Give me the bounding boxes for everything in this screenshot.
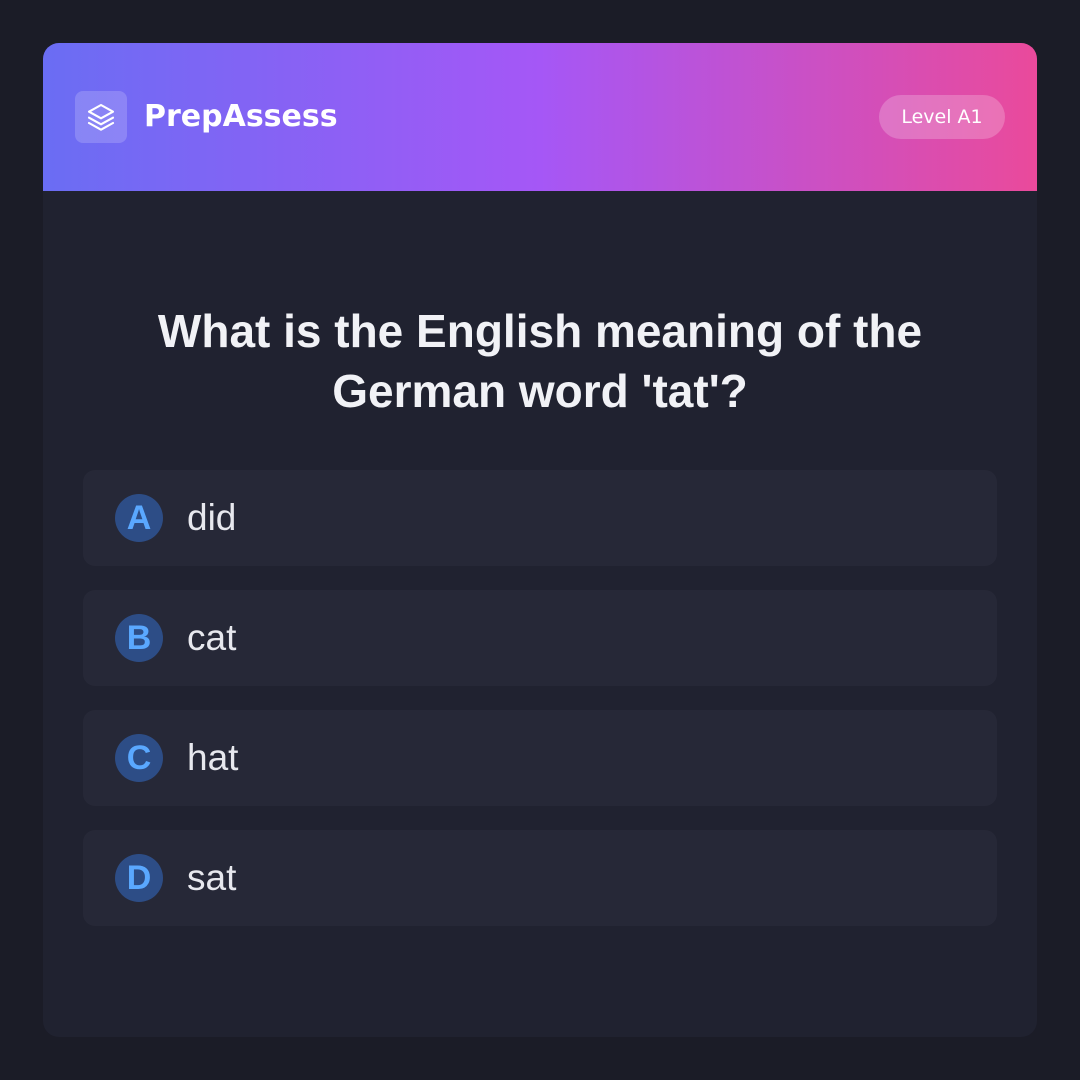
option-letter-badge: B xyxy=(115,614,163,662)
level-badge: Level A1 xyxy=(879,95,1005,139)
option-letter-badge: A xyxy=(115,494,163,542)
question-text: What is the English meaning of the Germa… xyxy=(157,305,923,417)
option-text: cat xyxy=(187,617,237,658)
option-letter-badge: D xyxy=(115,854,163,902)
option-d[interactable]: D sat xyxy=(83,830,997,926)
option-a[interactable]: A did xyxy=(83,470,997,566)
quiz-header: PrepAssess Level A1 xyxy=(43,43,1037,191)
quiz-card: PrepAssess Level A1 What is the English … xyxy=(43,43,1037,1037)
option-c[interactable]: C hat xyxy=(83,710,997,806)
option-letter-badge: C xyxy=(115,734,163,782)
brand-name: PrepAssess xyxy=(144,99,338,134)
option-text: did xyxy=(187,497,237,538)
option-b[interactable]: B cat xyxy=(83,590,997,686)
stacked-layers-icon xyxy=(75,91,127,143)
option-text: sat xyxy=(187,857,237,898)
option-text: hat xyxy=(187,737,239,778)
